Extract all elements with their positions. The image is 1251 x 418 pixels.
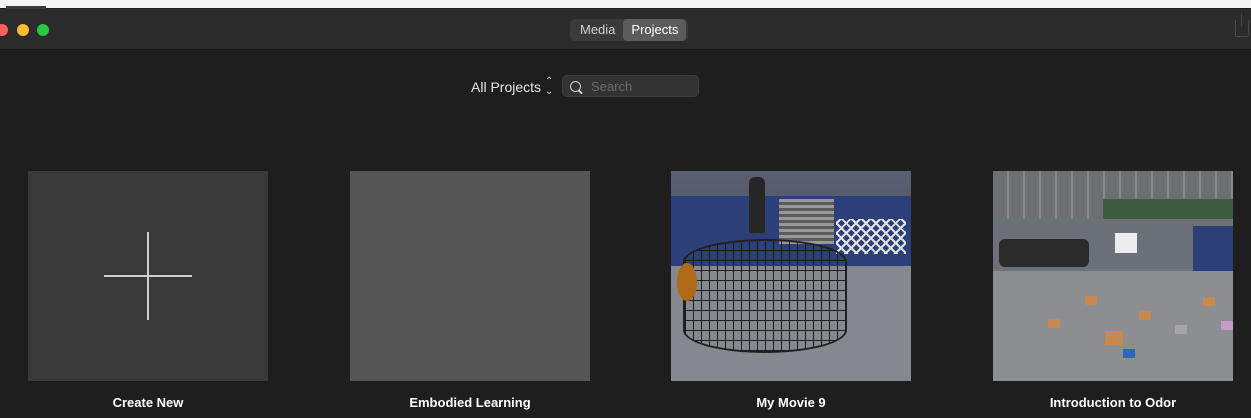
photo-floor	[993, 271, 1233, 381]
project-title: My Movie 9	[756, 395, 826, 410]
title-bar: Media Projects	[0, 9, 1251, 50]
tab-projects[interactable]: Projects	[623, 19, 687, 41]
create-new-thumbnail[interactable]	[28, 171, 268, 381]
photo-person	[749, 177, 765, 233]
photo-box	[1085, 296, 1097, 305]
tab-media[interactable]: Media	[572, 19, 623, 41]
up-down-chevron-icon: ⌃ ⌄	[545, 76, 554, 97]
photo-window	[1115, 233, 1137, 253]
close-window-button[interactable]	[0, 24, 8, 36]
project-title: Introduction to Odor	[1049, 395, 1177, 410]
search-icon	[570, 80, 581, 92]
photo-cage	[683, 239, 847, 353]
search-input[interactable]	[589, 77, 693, 95]
photo-people	[999, 239, 1089, 267]
photo-box	[1203, 297, 1215, 306]
zoom-window-button[interactable]	[37, 24, 49, 36]
project-card-introduction-to-odor[interactable]: Introduction to Odor	[993, 171, 1233, 410]
photo-folding-chairs	[836, 219, 906, 254]
photo-box	[1175, 325, 1187, 334]
photo-box	[1105, 331, 1123, 345]
photo-chair-stack	[779, 199, 834, 244]
search-field[interactable]	[562, 75, 699, 97]
photo-box	[1048, 319, 1060, 328]
photo-box	[1123, 349, 1135, 358]
media-projects-switch: Media Projects	[570, 19, 689, 41]
project-title: Embodied Learning	[409, 395, 531, 410]
plus-icon-vertical	[147, 232, 149, 320]
project-title: Create New	[112, 395, 184, 410]
top-edge	[0, 0, 1251, 9]
all-projects-label: All Projects	[471, 79, 542, 95]
project-card-my-movie-9[interactable]: My Movie 9	[671, 171, 911, 410]
photo-box	[1221, 321, 1233, 330]
photo-box	[1139, 311, 1151, 320]
photo-object	[677, 263, 697, 301]
minimize-window-button[interactable]	[17, 24, 29, 36]
project-thumbnail[interactable]	[671, 171, 911, 381]
project-card-embodied-learning[interactable]: Embodied Learning	[350, 171, 590, 410]
project-thumbnail[interactable]	[993, 171, 1233, 381]
project-card-create-new[interactable]: Create New	[28, 171, 268, 410]
projects-filter-bar: All Projects ⌃ ⌄	[0, 75, 1251, 97]
share-icon[interactable]	[1235, 14, 1249, 37]
all-projects-dropdown[interactable]: All Projects ⌃ ⌄	[471, 77, 553, 97]
project-thumbnail[interactable]	[350, 171, 590, 381]
photo-blue-wall	[1193, 226, 1233, 276]
